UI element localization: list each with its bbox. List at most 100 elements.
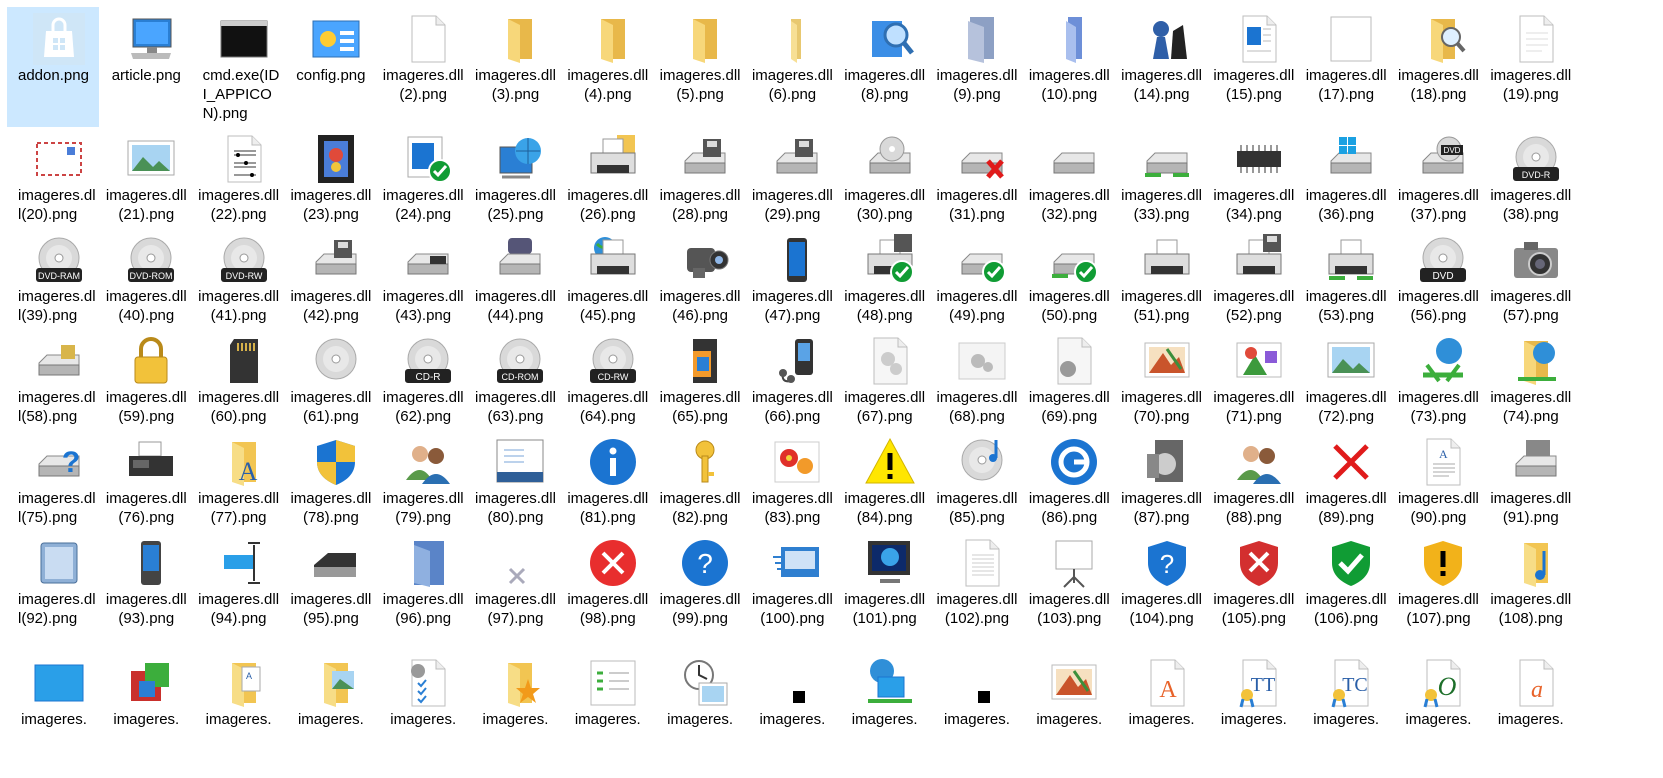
file-item[interactable]: imageres.dll(18).png: [1391, 7, 1483, 127]
file-item[interactable]: imageres.dll(8).png: [838, 7, 930, 127]
file-item[interactable]: imageres.dll(4).png: [561, 7, 653, 127]
file-item[interactable]: imageres.dll(29).png: [745, 127, 837, 228]
file-item[interactable]: imageres.dll(48).png: [838, 228, 930, 329]
file-item[interactable]: imageres.dll(81).png: [561, 430, 653, 531]
file-item[interactable]: imageres.dll(85).png: [930, 430, 1022, 531]
file-item[interactable]: imageres.dll(24).png: [376, 127, 468, 228]
file-item[interactable]: imageres.dll(94).png: [192, 531, 284, 651]
file-item[interactable]: imageres.dll(103).png: [1022, 531, 1114, 651]
file-item[interactable]: imageres.dll(2).png: [376, 7, 468, 127]
file-item[interactable]: imageres.dll(57).png: [1484, 228, 1576, 329]
file-item[interactable]: imageres.: [99, 651, 191, 731]
file-item[interactable]: imageres.: [376, 651, 468, 731]
file-item[interactable]: imageres.dll(80).png: [468, 430, 560, 531]
file-item[interactable]: imageres.dll(20).png: [7, 127, 99, 228]
file-item[interactable]: ? imageres.dll(75).png: [7, 430, 99, 531]
file-item[interactable]: imageres.: [561, 651, 653, 731]
file-item[interactable]: imageres.dll(30).png: [838, 127, 930, 228]
file-item[interactable]: imageres.dll(100).png: [745, 531, 837, 651]
file-item[interactable]: imageres.dll(50).png: [1022, 228, 1114, 329]
file-item[interactable]: imageres.dll(9).png: [930, 7, 1022, 127]
file-item[interactable]: imageres.dll(17).png: [1299, 7, 1391, 127]
file-item[interactable]: Aimageres.: [1115, 651, 1207, 731]
file-item[interactable]: imageres.dll(70).png: [1115, 329, 1207, 430]
file-item[interactable]: imageres.dll(58).png: [7, 329, 99, 430]
file-item[interactable]: imageres.dll(43).png: [376, 228, 468, 329]
file-item[interactable]: imageres.dll(5).png: [653, 7, 745, 127]
file-item[interactable]: imageres.dll(79).png: [376, 430, 468, 531]
file-item[interactable]: imageres.dll(87).png: [1115, 430, 1207, 531]
file-item[interactable]: imageres.: [838, 651, 930, 731]
file-item[interactable]: Aimageres.dll(90).png: [1391, 430, 1483, 531]
file-item[interactable]: Aimageres.dll(77).png: [192, 430, 284, 531]
file-item[interactable]: DVD-RAM imageres.dll(39).png: [7, 228, 99, 329]
file-item[interactable]: ? imageres.dll(99).png: [653, 531, 745, 651]
file-item[interactable]: imageres.dll(6).png: [745, 7, 837, 127]
file-item[interactable]: imageres.: [1022, 651, 1114, 731]
file-item[interactable]: imageres.dll(92).png: [7, 531, 99, 651]
file-item[interactable]: Oimageres.: [1391, 651, 1483, 731]
file-item[interactable]: CD-ROM imageres.dll(63).png: [468, 329, 560, 430]
file-item[interactable]: DVD imageres.dll(37).png: [1391, 127, 1483, 228]
file-item[interactable]: config.png: [284, 7, 376, 127]
file-item[interactable]: TC imageres.: [1299, 651, 1391, 731]
file-item[interactable]: imageres.dll(86).png: [1022, 430, 1114, 531]
file-item[interactable]: imageres.dll(46).png: [653, 228, 745, 329]
file-item[interactable]: imageres.dll(72).png: [1299, 329, 1391, 430]
file-item[interactable]: DVD-ROM imageres.dll(40).png: [99, 228, 191, 329]
file-item[interactable]: imageres.: [468, 651, 560, 731]
file-item[interactable]: imageres.dll(71).png: [1207, 329, 1299, 430]
file-item[interactable]: imageres.dll(97).png: [468, 531, 560, 651]
file-item[interactable]: imageres.dll(49).png: [930, 228, 1022, 329]
file-item[interactable]: imageres.dll(78).png: [284, 430, 376, 531]
file-item[interactable]: imageres.dll(69).png: [1022, 329, 1114, 430]
file-item[interactable]: DVD imageres.dll(56).png: [1391, 228, 1483, 329]
file-item[interactable]: imageres.dll(98).png: [561, 531, 653, 651]
file-item[interactable]: imageres.: [930, 651, 1022, 731]
file-item[interactable]: a imageres.: [1484, 651, 1576, 731]
file-item[interactable]: imageres.dll(33).png: [1115, 127, 1207, 228]
file-item[interactable]: imageres.dll(28).png: [653, 127, 745, 228]
file-item[interactable]: imageres.dll(31).png: [930, 127, 1022, 228]
file-item[interactable]: CD-RW imageres.dll(64).png: [561, 329, 653, 430]
file-item[interactable]: imageres.dll(25).png: [468, 127, 560, 228]
file-item[interactable]: imageres.dll(89).png: [1299, 430, 1391, 531]
file-item[interactable]: imageres.dll(45).png: [561, 228, 653, 329]
file-item[interactable]: imageres.dll(10).png: [1022, 7, 1114, 127]
file-item[interactable]: imageres.dll(65).png: [653, 329, 745, 430]
file-item[interactable]: imageres.dll(76).png: [99, 430, 191, 531]
file-item[interactable]: imageres.dll(84).png: [838, 430, 930, 531]
file-item[interactable]: imageres.dll(106).png: [1299, 531, 1391, 651]
file-item[interactable]: article.png: [99, 7, 191, 127]
file-item[interactable]: imageres.dll(60).png: [192, 329, 284, 430]
file-item[interactable]: imageres.: [653, 651, 745, 731]
file-item[interactable]: imageres.dll(96).png: [376, 531, 468, 651]
file-item[interactable]: imageres.dll(61).png: [284, 329, 376, 430]
file-item[interactable]: imageres.dll(52).png: [1207, 228, 1299, 329]
file-item[interactable]: imageres.dll(19).png: [1484, 7, 1576, 127]
file-item[interactable]: imageres.dll(95).png: [284, 531, 376, 651]
file-item[interactable]: TT imageres.: [1207, 651, 1299, 731]
file-item[interactable]: imageres.dll(105).png: [1207, 531, 1299, 651]
file-item[interactable]: cmd.exe(IDI_APPICON).png: [192, 7, 284, 127]
file-item[interactable]: imageres.dll(67).png: [838, 329, 930, 430]
file-item[interactable]: imageres.dll(47).png: [745, 228, 837, 329]
file-item[interactable]: imageres.dll(32).png: [1022, 127, 1114, 228]
file-item[interactable]: imageres.dll(108).png: [1484, 531, 1576, 651]
file-item[interactable]: ? imageres.dll(104).png: [1115, 531, 1207, 651]
file-item[interactable]: Aimageres.: [192, 651, 284, 731]
file-item[interactable]: imageres.dll(74).png: [1484, 329, 1576, 430]
file-item[interactable]: imageres.dll(107).png: [1391, 531, 1483, 651]
file-item[interactable]: imageres.dll(36).png: [1299, 127, 1391, 228]
file-item[interactable]: imageres.: [284, 651, 376, 731]
file-item[interactable]: imageres.dll(51).png: [1115, 228, 1207, 329]
file-item[interactable]: imageres.dll(83).png: [745, 430, 837, 531]
file-item[interactable]: imageres.dll(42).png: [284, 228, 376, 329]
file-item[interactable]: imageres.: [7, 651, 99, 731]
file-item[interactable]: imageres.dll(26).png: [561, 127, 653, 228]
file-item[interactable]: imageres.dll(34).png: [1207, 127, 1299, 228]
file-item[interactable]: DVD-RW imageres.dll(41).png: [192, 228, 284, 329]
file-item[interactable]: imageres.dll(53).png: [1299, 228, 1391, 329]
file-item[interactable]: imageres.dll(59).png: [99, 329, 191, 430]
file-item[interactable]: CD-R imageres.dll(62).png: [376, 329, 468, 430]
